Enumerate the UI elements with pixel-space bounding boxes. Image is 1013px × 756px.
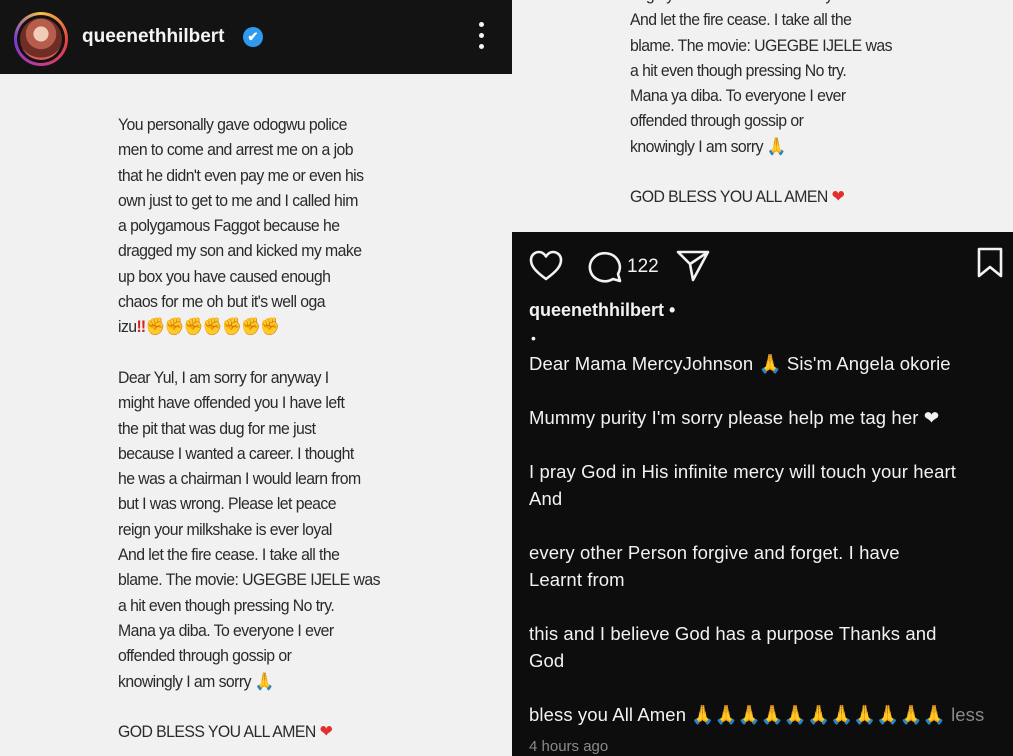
notes-text-block-continued: reign your milkshake is ever loyal And le…	[630, 0, 900, 210]
share-icon[interactable]	[675, 249, 711, 283]
note-line: reign your milkshake is ever loyal	[630, 0, 900, 7]
bookmark-icon[interactable]	[976, 247, 1004, 279]
comment-count: 122	[627, 256, 659, 277]
post-actions-and-caption: 122 queenethhilbert • • Dear Mama MercyJ…	[512, 232, 1013, 756]
note-line: knowingly I am sorry 🙏	[118, 671, 275, 691]
note-line: a polygamous Faggot because he	[118, 216, 340, 236]
more-options-icon[interactable]	[476, 22, 486, 52]
note-line: offended through gossip or	[630, 111, 804, 131]
caption-bullet: •	[531, 330, 536, 346]
note-line: offended through gossip or	[118, 646, 292, 666]
caption-line: bless you All Amen 🙏🙏🙏🙏🙏🙏🙏🙏🙏🙏🙏 less	[529, 704, 985, 725]
note-line: a hit even though pressing No try.	[118, 595, 335, 615]
note-line: Dear Yul, I am sorry for anyway I	[118, 367, 329, 387]
heart-emoji-icon: ❤	[315, 722, 333, 742]
note-line: own just to get to me and I called him	[118, 190, 358, 210]
note-line: up box you have caused enough	[118, 266, 331, 286]
caption-line: And	[529, 488, 563, 509]
note-line: Mana ya diba. To everyone I ever	[630, 86, 846, 106]
comment-icon[interactable]	[587, 249, 623, 283]
notes-text-block: You personally gave odogwu police men to …	[118, 112, 388, 744]
note-line: that he didn't even pay me or even his	[118, 165, 364, 185]
avatar[interactable]	[14, 12, 68, 66]
caption-line: every other Person forgive and forget. I…	[529, 542, 900, 563]
note-line: izu‼✊✊✊✊✊✊✊	[118, 317, 280, 337]
note-line: the pit that was dug for me just	[118, 418, 316, 438]
caption-line: this and I believe God has a purpose Tha…	[529, 623, 937, 644]
heart-icon[interactable]	[529, 250, 563, 282]
note-line: You personally gave odogwu police	[118, 115, 347, 134]
post-header: queenethhilbert ✔	[0, 0, 512, 74]
caption-line: Mummy purity I'm sorry please help me ta…	[529, 407, 940, 428]
note-line: And let the fire cease. I take all the	[118, 545, 340, 565]
note-line: knowingly I am sorry 🙏	[630, 136, 787, 156]
note-line: dragged my son and kicked my make	[118, 241, 362, 261]
note-line: blame. The movie: UGEGBE IJELE was	[630, 35, 892, 55]
left-screenshot-panel: queenethhilbert ✔ You personally gave od…	[0, 0, 512, 756]
note-line: men to come and arrest me on a job	[118, 140, 354, 160]
note-line: he was a chairman I would learn from	[118, 469, 361, 489]
double-exclamation-icon: ‼	[136, 317, 147, 337]
note-line: GOD BLESS YOU ALL AMEN ❤	[630, 187, 845, 207]
note-line: And let the fire cease. I take all the	[630, 10, 852, 30]
caption-username[interactable]: queenethhilbert •	[529, 300, 675, 321]
note-line: Mana ya diba. To everyone I ever	[118, 620, 334, 640]
post-username[interactable]: queenethhilbert	[82, 26, 225, 48]
caption-line: Learnt from	[529, 569, 625, 590]
note-line: because I wanted a career. I thought	[118, 443, 354, 463]
note-line: a hit even though pressing No try.	[630, 60, 847, 80]
note-line: GOD BLESS YOU ALL AMEN ❤	[118, 722, 333, 742]
note-line: reign your milkshake is ever loyal	[118, 519, 332, 539]
note-line	[118, 340, 388, 365]
caption-line: Dear Mama MercyJohnson 🙏 Sis'm Angela ok…	[529, 353, 951, 374]
fist-icons: ✊✊✊✊✊✊✊	[145, 317, 280, 337]
caption-line: I pray God in His infinite mercy will to…	[529, 461, 956, 482]
note-line	[118, 694, 388, 719]
note-line	[630, 159, 900, 184]
avatar-photo	[20, 18, 62, 60]
note-line: blame. The movie: UGEGBE IJELE was	[118, 570, 380, 590]
avatar-ring-gap	[17, 15, 65, 63]
praying-hands-icon: 🙏	[250, 671, 275, 691]
note-line: chaos for me oh but it's well oga	[118, 292, 326, 312]
note-line: but I was wrong. Please let peace	[118, 494, 337, 514]
less-link[interactable]: less	[951, 704, 984, 725]
heart-emoji-icon: ❤	[827, 187, 845, 207]
right-notes-continuation: reign your milkshake is ever loyal And le…	[512, 0, 1013, 232]
caption-line: God	[529, 650, 565, 671]
verified-badge-icon: ✔	[243, 27, 263, 47]
post-timestamp: 4 hours ago	[529, 738, 609, 755]
note-line: might have offended you I have left	[118, 393, 345, 413]
praying-hands-icon: 🙏	[762, 136, 787, 156]
